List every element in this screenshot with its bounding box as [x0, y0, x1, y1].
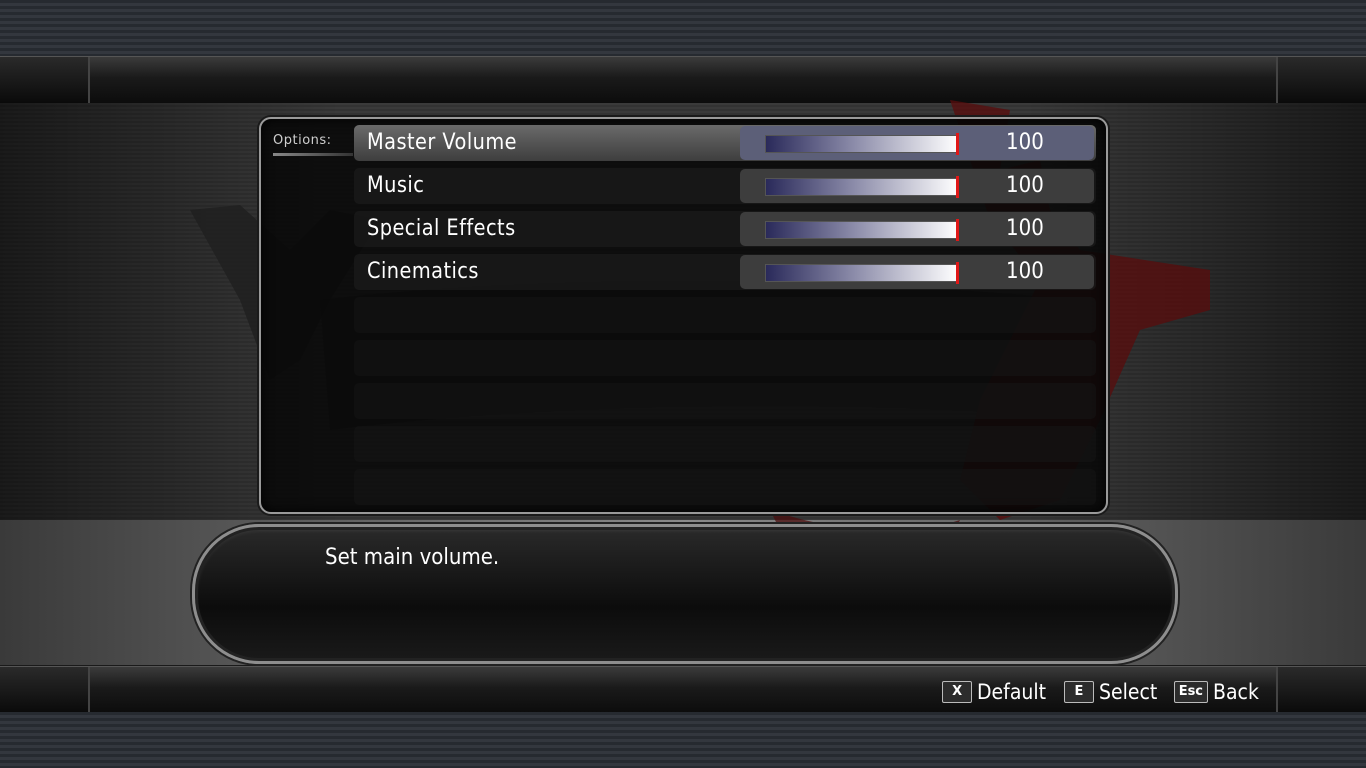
hint-label: Back: [1213, 680, 1259, 704]
setting-label: Cinematics: [367, 259, 479, 284]
slider-fill: [766, 136, 958, 152]
setting-label: Master Volume: [367, 130, 517, 155]
top-bar-left-cap: [0, 57, 90, 103]
slider-value: 100: [1006, 216, 1044, 241]
volume-slider[interactable]: 100: [740, 126, 1094, 160]
esc-key-icon: Esc: [1173, 681, 1209, 703]
empty-row: [354, 297, 1096, 333]
e-key-icon: E: [1063, 681, 1094, 703]
slider-track: [765, 219, 959, 241]
hint-label: Select: [1098, 680, 1158, 704]
slider-value: 100: [1006, 173, 1044, 198]
volume-slider[interactable]: 100: [740, 169, 1094, 203]
empty-row: [354, 426, 1096, 462]
hint-select[interactable]: E Select: [1063, 680, 1164, 704]
volume-slider[interactable]: 100: [740, 255, 1094, 289]
slider-value: 100: [1006, 130, 1044, 155]
options-label-underline: [273, 153, 353, 156]
setting-row-special-effects[interactable]: Special Effects 100: [354, 211, 1096, 247]
hint-label: Default: [977, 680, 1047, 704]
empty-row: [354, 469, 1096, 505]
setting-row-music[interactable]: Music 100: [354, 168, 1096, 204]
button-hints: X Default E Select Esc Back: [942, 678, 1264, 706]
x-key-icon: X: [942, 681, 973, 703]
slider-handle[interactable]: [956, 262, 959, 284]
setting-row-cinematics[interactable]: Cinematics 100: [354, 254, 1096, 290]
slider-handle[interactable]: [956, 133, 959, 155]
slider-track: [765, 133, 959, 155]
slider-value: 100: [1006, 259, 1044, 284]
options-panel: Options: Master Volume 100 Music 100 Spe…: [259, 117, 1108, 514]
top-bar-right-cap: [1276, 57, 1366, 103]
setting-label: Special Effects: [367, 216, 516, 241]
bottom-bar-right-cap: [1276, 667, 1366, 713]
bottom-bar-left-cap: [0, 667, 90, 713]
options-label: Options:: [273, 133, 332, 148]
hint-back[interactable]: Esc Back: [1173, 680, 1264, 704]
description-box: Set main volume.: [192, 524, 1178, 664]
slider-fill: [766, 179, 958, 195]
slider-handle[interactable]: [956, 176, 959, 198]
description-text: Set main volume.: [325, 545, 500, 570]
empty-row: [354, 340, 1096, 376]
slider-fill: [766, 265, 958, 281]
top-stripe-band: [0, 0, 1366, 56]
setting-label: Music: [367, 173, 425, 198]
volume-slider[interactable]: 100: [740, 212, 1094, 246]
bottom-stripe-band: [0, 712, 1366, 768]
setting-row-master-volume[interactable]: Master Volume 100: [354, 125, 1096, 161]
empty-row: [354, 383, 1096, 419]
slider-fill: [766, 222, 958, 238]
top-frame-bar: [0, 56, 1366, 104]
slider-track: [765, 262, 959, 284]
slider-track: [765, 176, 959, 198]
slider-handle[interactable]: [956, 219, 959, 241]
hint-default[interactable]: X Default: [942, 680, 1054, 704]
